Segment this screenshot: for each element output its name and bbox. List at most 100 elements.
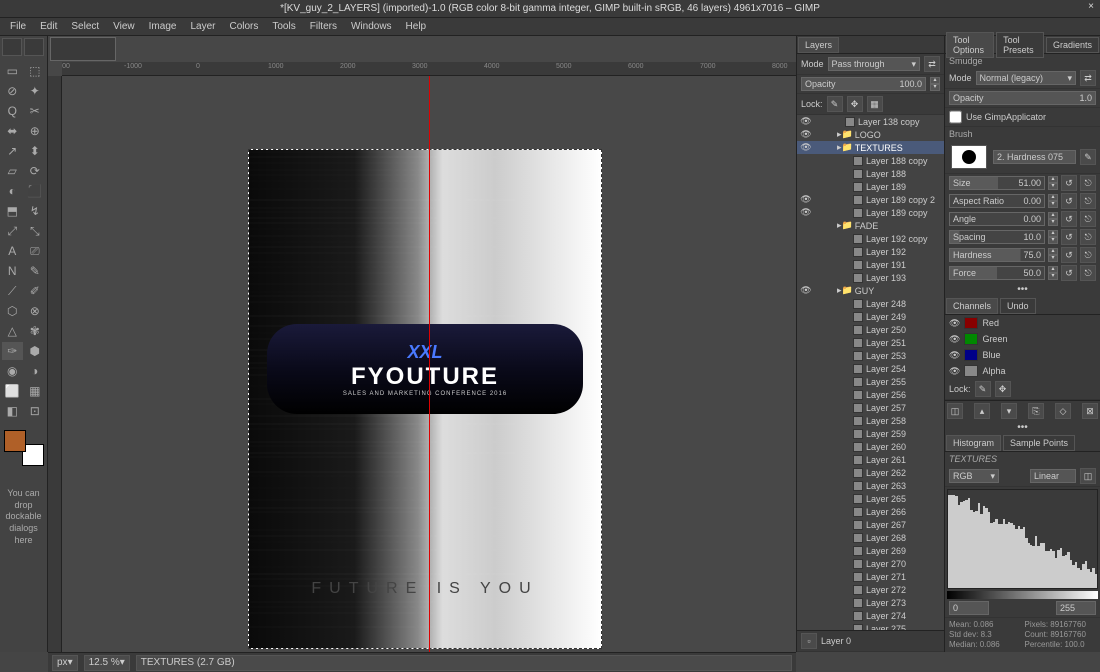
- more-dots[interactable]: •••: [945, 282, 1100, 297]
- tool-4[interactable]: Q: [2, 102, 23, 120]
- tool-0[interactable]: ▭: [2, 62, 23, 80]
- menu-colors[interactable]: Colors: [223, 20, 264, 33]
- slider-reset-icon[interactable]: ↺: [1061, 229, 1077, 245]
- histogram-channel[interactable]: RGB▾: [949, 469, 999, 483]
- ch-del[interactable]: ⊠: [1082, 403, 1098, 419]
- tool-22[interactable]: ⟋: [2, 282, 23, 300]
- visibility-icon[interactable]: 👁: [799, 142, 813, 153]
- ch-down[interactable]: ▾: [1001, 403, 1017, 419]
- tool-23[interactable]: ✐: [25, 282, 46, 300]
- ch-up[interactable]: ▴: [974, 403, 990, 419]
- slider-link-icon[interactable]: ⎋: [1080, 193, 1096, 209]
- tool-15[interactable]: ↯: [25, 202, 46, 220]
- tool-29[interactable]: ⬢: [25, 342, 46, 360]
- layer-item[interactable]: 👁▸📁GUY: [797, 284, 944, 297]
- channel-red[interactable]: 👁Red: [945, 315, 1100, 331]
- brush-name[interactable]: 2. Hardness 075: [993, 150, 1076, 164]
- document-tab[interactable]: [50, 37, 116, 61]
- tool-31[interactable]: ◑: [25, 362, 46, 380]
- toolbox-tab-2[interactable]: [24, 38, 44, 56]
- slider-reset-icon[interactable]: ↺: [1061, 247, 1077, 263]
- lock-alpha-icon[interactable]: ▦: [867, 96, 883, 112]
- visibility-icon[interactable]: 👁: [949, 350, 960, 361]
- layer-item[interactable]: Layer 269: [797, 544, 944, 557]
- tool-11[interactable]: ⟳: [25, 162, 46, 180]
- lock-position-icon[interactable]: ✥: [847, 96, 863, 112]
- menu-help[interactable]: Help: [400, 20, 433, 33]
- opacity-spinner[interactable]: ▴▾: [930, 77, 940, 91]
- slider-link-icon[interactable]: ⎋: [1080, 247, 1096, 263]
- slider-reset-icon[interactable]: ↺: [1061, 211, 1077, 227]
- layer-item[interactable]: Layer 262: [797, 466, 944, 479]
- tool-28[interactable]: ✑: [2, 342, 23, 360]
- layer-item[interactable]: Layer 275: [797, 622, 944, 630]
- tool-10[interactable]: ▱: [2, 162, 23, 180]
- menu-tools[interactable]: Tools: [266, 20, 301, 33]
- tool-1[interactable]: ⬚: [25, 62, 46, 80]
- tool-14[interactable]: ⬒: [2, 202, 23, 220]
- slider-spin[interactable]: ▴▾: [1048, 248, 1058, 262]
- layer-item[interactable]: Layer 259: [797, 427, 944, 440]
- tool-34[interactable]: ◧: [2, 402, 23, 420]
- channel-green[interactable]: 👁Green: [945, 331, 1100, 347]
- slider-spin[interactable]: ▴▾: [1048, 176, 1058, 190]
- vertical-guide[interactable]: [429, 76, 430, 652]
- tool-30[interactable]: ◉: [2, 362, 23, 380]
- layer-item[interactable]: 👁▸📁TEXTURES: [797, 141, 944, 154]
- visibility-icon[interactable]: 👁: [799, 207, 813, 218]
- tool-18[interactable]: A: [2, 242, 23, 260]
- layer-item[interactable]: Layer 257: [797, 401, 944, 414]
- menu-select[interactable]: Select: [65, 20, 105, 33]
- menu-layer[interactable]: Layer: [184, 20, 221, 33]
- layer-item[interactable]: Layer 266: [797, 505, 944, 518]
- layer-item[interactable]: Layer 192 copy: [797, 232, 944, 245]
- histo-tab-0[interactable]: Histogram: [946, 435, 1001, 451]
- ch-sel[interactable]: ◇: [1055, 403, 1071, 419]
- layer-item[interactable]: Layer 193: [797, 271, 944, 284]
- channel-alpha[interactable]: 👁Alpha: [945, 363, 1100, 379]
- layer-item[interactable]: Layer 273: [797, 596, 944, 609]
- layer-item[interactable]: Layer 260: [797, 440, 944, 453]
- layer-item[interactable]: Layer 250: [797, 323, 944, 336]
- to-mode-select[interactable]: Normal (legacy)▾: [976, 71, 1076, 85]
- slider-link-icon[interactable]: ⎋: [1080, 265, 1096, 281]
- to-opacity-slider[interactable]: Opacity1.0: [949, 91, 1096, 105]
- ch-tab-1[interactable]: Undo: [1000, 298, 1036, 314]
- histogram-scale[interactable]: Linear: [1030, 469, 1076, 483]
- fg-color[interactable]: [4, 430, 26, 452]
- tool-19[interactable]: ⎚: [25, 242, 46, 260]
- visibility-icon[interactable]: 👁: [799, 116, 813, 127]
- tool-8[interactable]: ↗: [2, 142, 23, 160]
- lock-pixels-icon[interactable]: ✎: [827, 96, 843, 112]
- visibility-icon[interactable]: 👁: [799, 194, 813, 205]
- tool-20[interactable]: N: [2, 262, 23, 280]
- layer-item[interactable]: Layer 267: [797, 518, 944, 531]
- menu-view[interactable]: View: [107, 20, 141, 33]
- menu-filters[interactable]: Filters: [304, 20, 343, 33]
- visibility-icon[interactable]: 👁: [949, 318, 960, 329]
- tool-25[interactable]: ⊗: [25, 302, 46, 320]
- close-icon[interactable]: ×: [1088, 1, 1094, 12]
- histo-from[interactable]: 0: [949, 601, 989, 615]
- layer-item[interactable]: Layer 265: [797, 492, 944, 505]
- tool-16[interactable]: ⤢: [2, 222, 23, 240]
- layer-item[interactable]: Layer 188 copy: [797, 154, 944, 167]
- slider-size[interactable]: Size51.00: [949, 176, 1045, 190]
- slider-reset-icon[interactable]: ↺: [1061, 193, 1077, 209]
- ch-lock-pos[interactable]: ✥: [995, 381, 1011, 397]
- slider-link-icon[interactable]: ⎋: [1080, 229, 1096, 245]
- to-mode-switch[interactable]: ⇄: [1080, 70, 1096, 86]
- layer-item[interactable]: 👁Layer 189 copy: [797, 206, 944, 219]
- layer-item[interactable]: Layer 274: [797, 609, 944, 622]
- layer-item[interactable]: 👁Layer 138 copy: [797, 115, 944, 128]
- canvas[interactable]: XXL FYOUTURE SALES AND MARKETING CONFERE…: [248, 149, 602, 649]
- layer-item[interactable]: Layer 253: [797, 349, 944, 362]
- layer-item[interactable]: Layer 188: [797, 167, 944, 180]
- tool-35[interactable]: ⊡: [25, 402, 46, 420]
- layer-thumb-icon[interactable]: ▫: [801, 633, 817, 649]
- layer-item[interactable]: Layer 248: [797, 297, 944, 310]
- tool-7[interactable]: ⊕: [25, 122, 46, 140]
- layer-item[interactable]: Layer 256: [797, 388, 944, 401]
- tool-5[interactable]: ✂: [25, 102, 46, 120]
- slider-spin[interactable]: ▴▾: [1048, 266, 1058, 280]
